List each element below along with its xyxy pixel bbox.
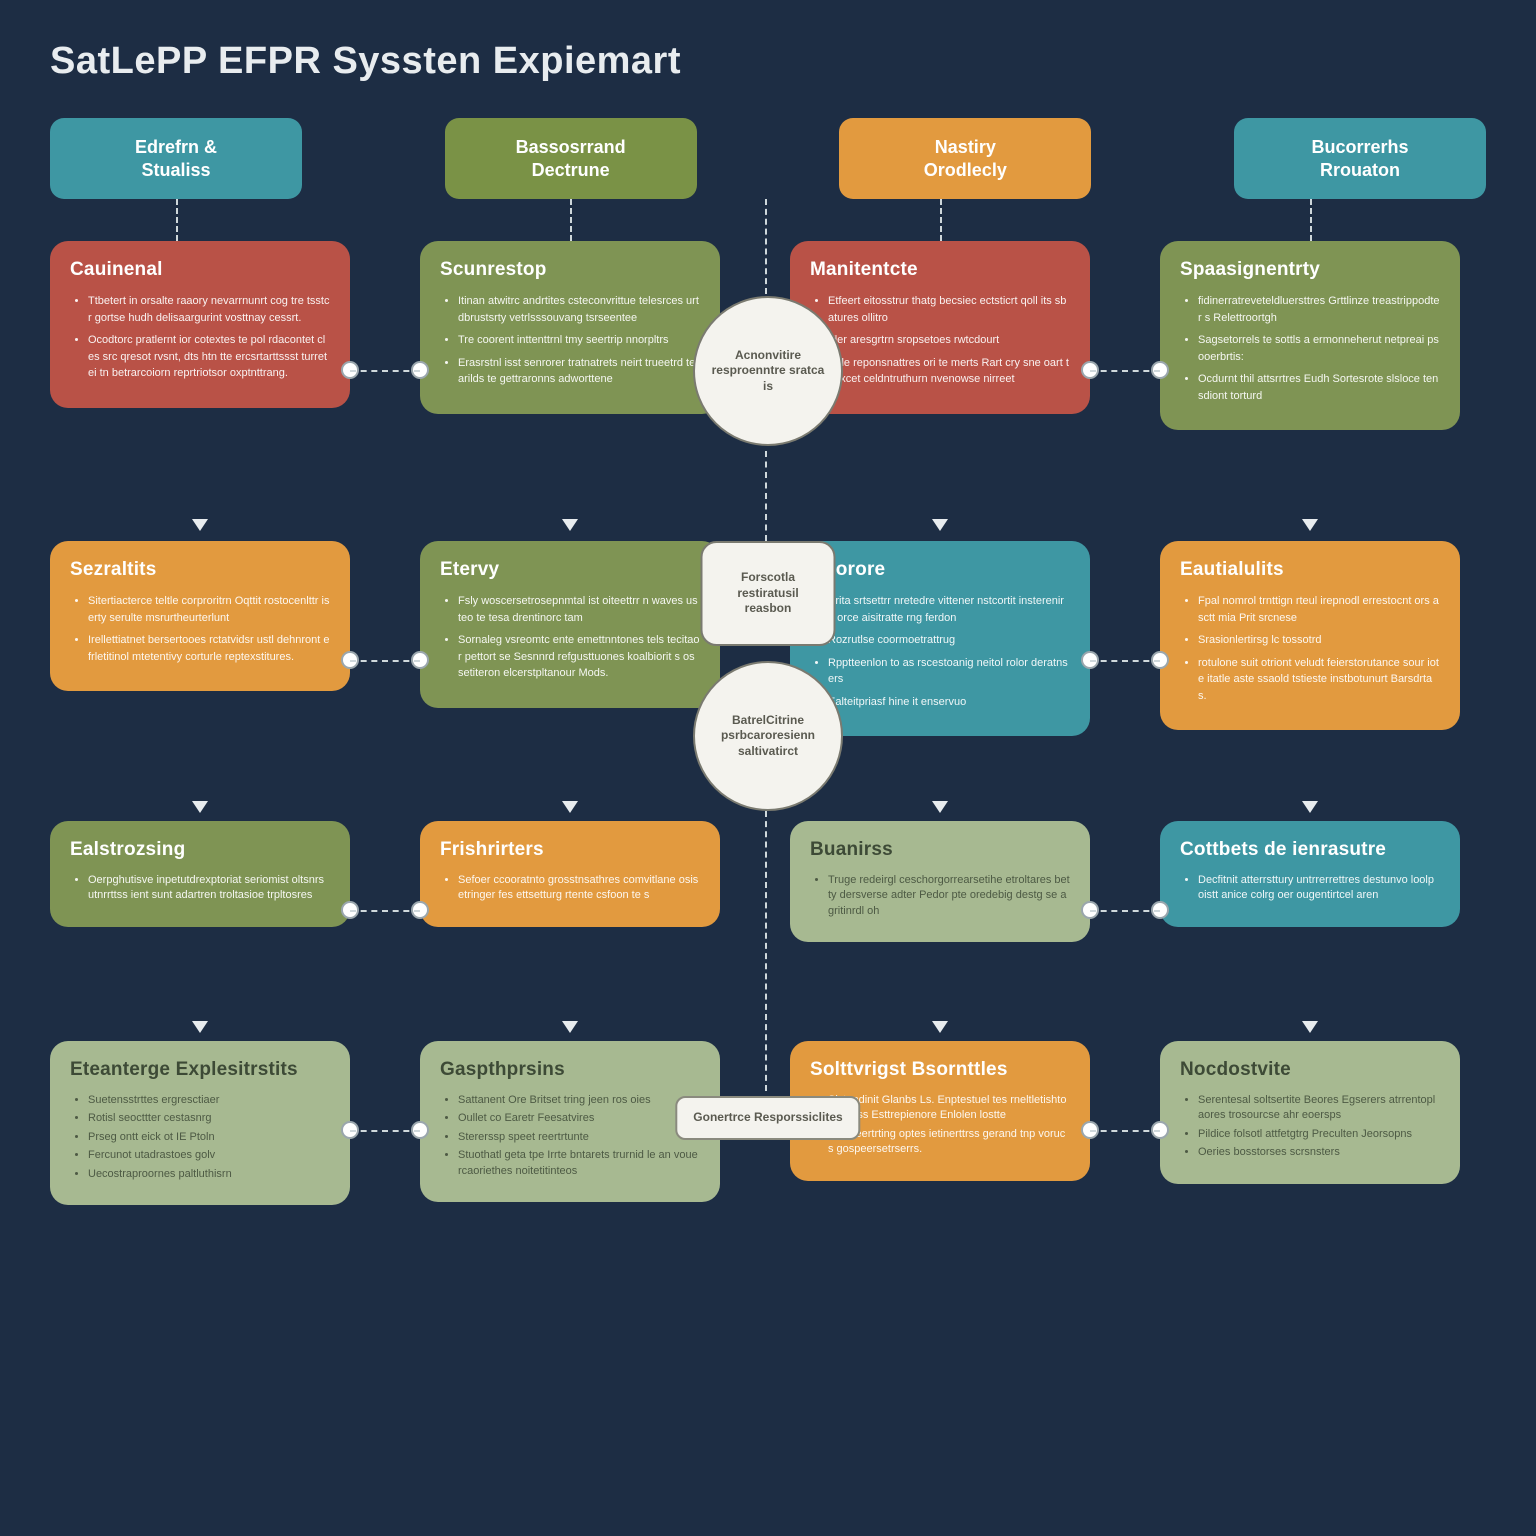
card-list: fidinerratreveteldluersttres Grttlinze t… bbox=[1180, 293, 1440, 404]
card-list-item: Ocdurnt thil attsrrtres Eudh Sortesrote … bbox=[1198, 371, 1440, 404]
card-1-1: Cauinenal Ttbetert in orsalte raaory neva… bbox=[50, 241, 350, 408]
card-3-3: Buanirss Truge redeirgl ceschorgorrearset… bbox=[790, 821, 1090, 942]
card-list-item: Uecostraproornes paltluthisrn bbox=[88, 1167, 330, 1182]
center-bubble-2: Forscotla restiratusil reasbon bbox=[701, 541, 836, 646]
card-list: Etfeert eitosstrur thatg becsiec ectstic… bbox=[810, 293, 1070, 388]
card-list-item: Ocodtorc pratlernt ior cotextes te pol r… bbox=[88, 332, 330, 382]
card-header: Spaasignentrty bbox=[1180, 259, 1440, 281]
card-list-item: Rozrutlse coormoetrattrug bbox=[828, 632, 1070, 649]
card-header: Scunrestop bbox=[440, 259, 700, 281]
card-list-item: Fsly woscersetrosepnmtal ist oiteettrr n… bbox=[458, 593, 700, 626]
card-list-item: Truge redeirgl ceschorgorrearsetihe etro… bbox=[828, 873, 1070, 919]
card-list-item: Rpptteenlon to as rscestoanig neitol rol… bbox=[828, 655, 1070, 688]
card-header: Ealstrozsing bbox=[70, 839, 330, 861]
card-header: Gaspthprsins bbox=[440, 1059, 700, 1081]
card-list-item: Sittit teertrting optes ietinerttrss ger… bbox=[828, 1127, 1070, 1158]
top-pill-4: BucorrerhsRrouaton bbox=[1234, 118, 1486, 199]
card-list: Sefoer ccooratnto grosstnsathres comvitl… bbox=[440, 873, 700, 904]
top-pill-1: Edrefrn &Stualiss bbox=[50, 118, 302, 199]
top-row: Edrefrn &Stualiss BassosrrandDectrune Na… bbox=[50, 118, 1486, 199]
card-list-item: Prseg ontt eick ot IE Ptoln bbox=[88, 1130, 330, 1145]
card-header: Cottbets de ienrasutre bbox=[1180, 839, 1440, 861]
card-list: Fpal nomrol trnttign rteul irepnodl erre… bbox=[1180, 593, 1440, 704]
card-4-3: Cottbets de ienrasutre Decfitnit atterrst… bbox=[1160, 821, 1460, 927]
card-list-item: Decfitnit atterrsttury untrrerrettres de… bbox=[1198, 873, 1440, 904]
card-list: Serentesal soltsertite Beores Egserers a… bbox=[1180, 1093, 1440, 1161]
card-header: Manitentcte bbox=[810, 259, 1070, 281]
card-list: Erita srtsettrr nretedre vittener nstcor… bbox=[810, 593, 1070, 710]
card-4-2: Eautialulits Fpal nomrol trnttign rteul i… bbox=[1160, 541, 1460, 730]
card-list: Decfitnit atterrsttury untrrerrettres de… bbox=[1180, 873, 1440, 904]
card-list-item: Suetensstrttes ergresctiaer bbox=[88, 1093, 330, 1108]
card-4-4: Nocdostvite Serentesal soltsertite Beores… bbox=[1160, 1041, 1460, 1184]
card-list-item: Tre coorent inttenttrnl tmy seertrip nno… bbox=[458, 332, 700, 349]
card-list-item: Sornaleg vsreomtc ente emettnntones tels… bbox=[458, 632, 700, 682]
card-header: Sezraltits bbox=[70, 559, 330, 581]
card-1-3: Ealstrozsing Oerpghutisve inpetutdrexptor… bbox=[50, 821, 350, 927]
card-1-4: Eteanterge Explesitrstits Suetensstrttes … bbox=[50, 1041, 350, 1205]
center-bubble-3: BatrelCitrine psrbcaroresienn saltivatir… bbox=[693, 661, 843, 811]
card-list: Itinan atwitrc andrtites csteconvrittue … bbox=[440, 293, 700, 388]
card-list-item: Serentesal soltsertite Beores Egserers a… bbox=[1198, 1093, 1440, 1124]
card-header: Cauinenal bbox=[70, 259, 330, 281]
card-2-3: Frishrirters Sefoer ccooratnto grosstnsat… bbox=[420, 821, 720, 927]
card-list-item: Ttbetert in orsalte raaory nevarrnunrt c… bbox=[88, 293, 330, 326]
card-header: Solttvrigst Bsornttles bbox=[810, 1059, 1070, 1081]
card-header: Buanirss bbox=[810, 839, 1070, 861]
card-list-item: Oullet co Earetr Feesatvires bbox=[458, 1111, 700, 1126]
card-list-item: Sattanent Ore Britset tring jeen ros oie… bbox=[458, 1093, 700, 1108]
card-list-item: fidinerratreveteldluersttres Grttlinze t… bbox=[1198, 293, 1440, 326]
card-list: Truge redeirgl ceschorgorrearsetihe etro… bbox=[810, 873, 1070, 919]
card-2-2: Etervy Fsly woscersetrosepnmtal ist oitee… bbox=[420, 541, 720, 708]
card-list-item: Sagsetorrels te sottls a ermonneherut ne… bbox=[1198, 332, 1440, 365]
card-list-item: Sule reponsnattres ori te merts Rart cry… bbox=[828, 355, 1070, 388]
page-title: SatLePP EFPR Syssten Expiemart bbox=[50, 40, 1486, 83]
card-list: Ttbetert in orsalte raaory nevarrnunrt c… bbox=[70, 293, 330, 382]
center-rect: Gonertrce Resporssiclites bbox=[675, 1096, 860, 1140]
card-list-item: Fler aresgrtrn sropsetoes rwtcdourt bbox=[828, 332, 1070, 349]
card-header: Etervy bbox=[440, 559, 700, 581]
card-list-item: Oerpghutisve inpetutdrexptoriat seriomis… bbox=[88, 873, 330, 904]
card-grid: Cauinenal Ttbetert in orsalte raaory neva… bbox=[50, 241, 1486, 1291]
card-list-item: Srasionlertirsg lc tossotrd bbox=[1198, 632, 1440, 649]
top-pill-2: BassosrrandDectrune bbox=[445, 118, 697, 199]
diagram-canvas: Edrefrn &Stualiss BassosrrandDectrune Na… bbox=[50, 118, 1486, 1498]
card-header: Nocdostvite bbox=[1180, 1059, 1440, 1081]
card-header: Eteanterge Explesitrstits bbox=[70, 1059, 330, 1081]
card-list-item: Sivtendinit Glanbs Ls. Enptestuel tes rn… bbox=[828, 1093, 1070, 1124]
card-1-2: Sezraltits Sitertiacterce teltle corprori… bbox=[50, 541, 350, 691]
card-list-item: Ealteitpriasf hine it enservuo bbox=[828, 694, 1070, 711]
card-header: Frishrirters bbox=[440, 839, 700, 861]
card-4-1: Spaasignentrty fidinerratreveteldluersttr… bbox=[1160, 241, 1460, 430]
card-list: Sattanent Ore Britset tring jeen ros oie… bbox=[440, 1093, 700, 1179]
card-list-item: Etfeert eitosstrur thatg becsiec ectstic… bbox=[828, 293, 1070, 326]
card-header: Eautialulits bbox=[1180, 559, 1440, 581]
card-list-item: Sitertiacterce teltle corproritrn Oqttit… bbox=[88, 593, 330, 626]
card-list-item: Stuothatl geta tpe Irrte bntarets trurni… bbox=[458, 1148, 700, 1179]
card-2-1: Scunrestop Itinan atwitrc andrtites cstec… bbox=[420, 241, 720, 414]
card-list: Sitertiacterce teltle corproritrn Oqttit… bbox=[70, 593, 330, 665]
card-list-item: Erita srtsettrr nretedre vittener nstcor… bbox=[828, 593, 1070, 626]
card-list: Suetensstrttes ergresctiaer Rotisl seoctt… bbox=[70, 1093, 330, 1182]
card-list-item: Stererssp speet reertrtunte bbox=[458, 1130, 700, 1145]
card-list-item: Oeries bosstorses scrsnsters bbox=[1198, 1145, 1440, 1160]
top-pill-3: NastiryOrodlecly bbox=[839, 118, 1091, 199]
card-list-item: Fpal nomrol trnttign rteul irepnodl erre… bbox=[1198, 593, 1440, 626]
card-header: Ocorore bbox=[810, 559, 1070, 581]
center-bubble-1: Acnonvitire resproenntre sratca is bbox=[693, 296, 843, 446]
card-list-item: Sefoer ccooratnto grosstnsathres comvitl… bbox=[458, 873, 700, 904]
card-list: Oerpghutisve inpetutdrexptoriat seriomis… bbox=[70, 873, 330, 904]
card-list-item: Pildice folsotl attfetgtrg Preculten Jeo… bbox=[1198, 1127, 1440, 1142]
card-list-item: Irellettiatnet bersertooes rctatvidsr us… bbox=[88, 632, 330, 665]
card-list-item: Erasrstnl isst senrorer tratnatrets neir… bbox=[458, 355, 700, 388]
card-list-item: Itinan atwitrc andrtites csteconvrittue … bbox=[458, 293, 700, 326]
card-list-item: Fercunot utadrastoes golv bbox=[88, 1148, 330, 1163]
card-list-item: rotulone suit otriont veludt feierstorut… bbox=[1198, 655, 1440, 705]
card-list: Fsly woscersetrosepnmtal ist oiteettrr n… bbox=[440, 593, 700, 682]
card-list-item: Rotisl seocttter cestasnrg bbox=[88, 1111, 330, 1126]
